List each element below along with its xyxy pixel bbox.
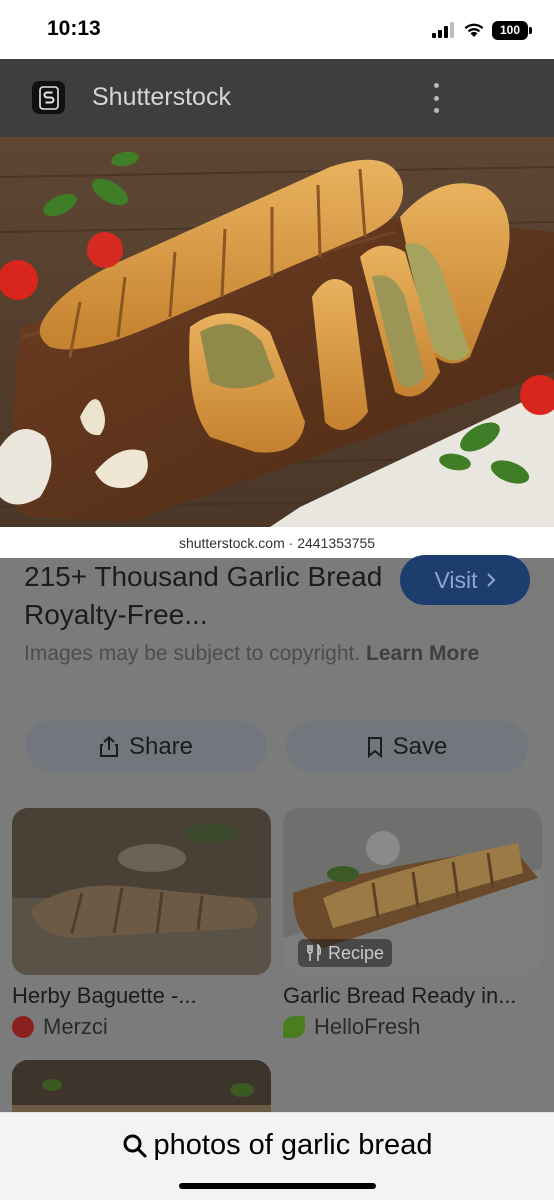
learn-more-link[interactable]: Learn More bbox=[366, 642, 479, 665]
search-query-text: photos of garlic bread bbox=[153, 1129, 433, 1161]
result-title[interactable]: 215+ Thousand Garlic Bread Royalty-Free.… bbox=[24, 558, 384, 634]
status-bar: 10:13 100 bbox=[0, 0, 554, 59]
more-options-icon[interactable] bbox=[430, 83, 442, 113]
hero-image[interactable] bbox=[0, 137, 554, 527]
chevron-right-icon bbox=[486, 573, 495, 587]
visit-button-label: Visit bbox=[434, 566, 478, 593]
merzci-logo-icon bbox=[12, 1016, 34, 1038]
home-indicator bbox=[179, 1183, 376, 1189]
recipe-badge-label: Recipe bbox=[328, 942, 385, 963]
signal-icon bbox=[432, 22, 454, 38]
share-button[interactable]: Share bbox=[25, 721, 267, 772]
status-icons: 100 bbox=[432, 20, 532, 40]
related-image-1[interactable] bbox=[12, 808, 271, 975]
hellofresh-logo-icon bbox=[283, 1016, 305, 1038]
related-source-1: Merzci bbox=[12, 1014, 108, 1040]
copyright-notice: Images may be subject to copyright. Lear… bbox=[24, 638, 504, 669]
share-label: Share bbox=[128, 732, 194, 760]
related-title-2[interactable]: Garlic Bread Ready in... bbox=[283, 983, 517, 1009]
related-image-2[interactable]: Recipe bbox=[283, 808, 542, 975]
site-name: Shutterstock bbox=[92, 83, 231, 111]
share-icon bbox=[99, 735, 118, 757]
battery-indicator: 100 bbox=[492, 20, 532, 40]
recipe-badge: Recipe bbox=[298, 939, 393, 967]
related-source-2: HelloFresh bbox=[283, 1014, 420, 1040]
app-header: Shutterstock bbox=[0, 59, 554, 137]
related-source-1-label: Merzci bbox=[43, 1014, 108, 1039]
image-source-caption: shutterstock.com · 2441353755 bbox=[0, 527, 554, 558]
search-query[interactable]: photos of garlic bread bbox=[0, 1129, 554, 1162]
shutterstock-logo-icon bbox=[32, 81, 65, 114]
related-title-1[interactable]: Herby Baguette -... bbox=[12, 983, 197, 1009]
search-icon bbox=[123, 1134, 147, 1157]
fork-knife-icon bbox=[307, 944, 322, 961]
wifi-icon bbox=[464, 23, 484, 37]
copyright-notice-text: Images may be subject to copyright. bbox=[24, 642, 361, 665]
related-image-3[interactable] bbox=[12, 1060, 271, 1120]
visit-button[interactable]: Visit bbox=[400, 555, 530, 605]
save-button[interactable]: Save bbox=[286, 721, 528, 772]
related-source-2-label: HelloFresh bbox=[314, 1014, 421, 1039]
bookmark-icon bbox=[367, 736, 382, 758]
result-details: 215+ Thousand Garlic Bread Royalty-Free.… bbox=[0, 555, 554, 1120]
search-bar[interactable]: photos of garlic bread bbox=[0, 1112, 554, 1200]
status-time: 10:13 bbox=[47, 17, 101, 40]
save-label: Save bbox=[392, 732, 448, 760]
